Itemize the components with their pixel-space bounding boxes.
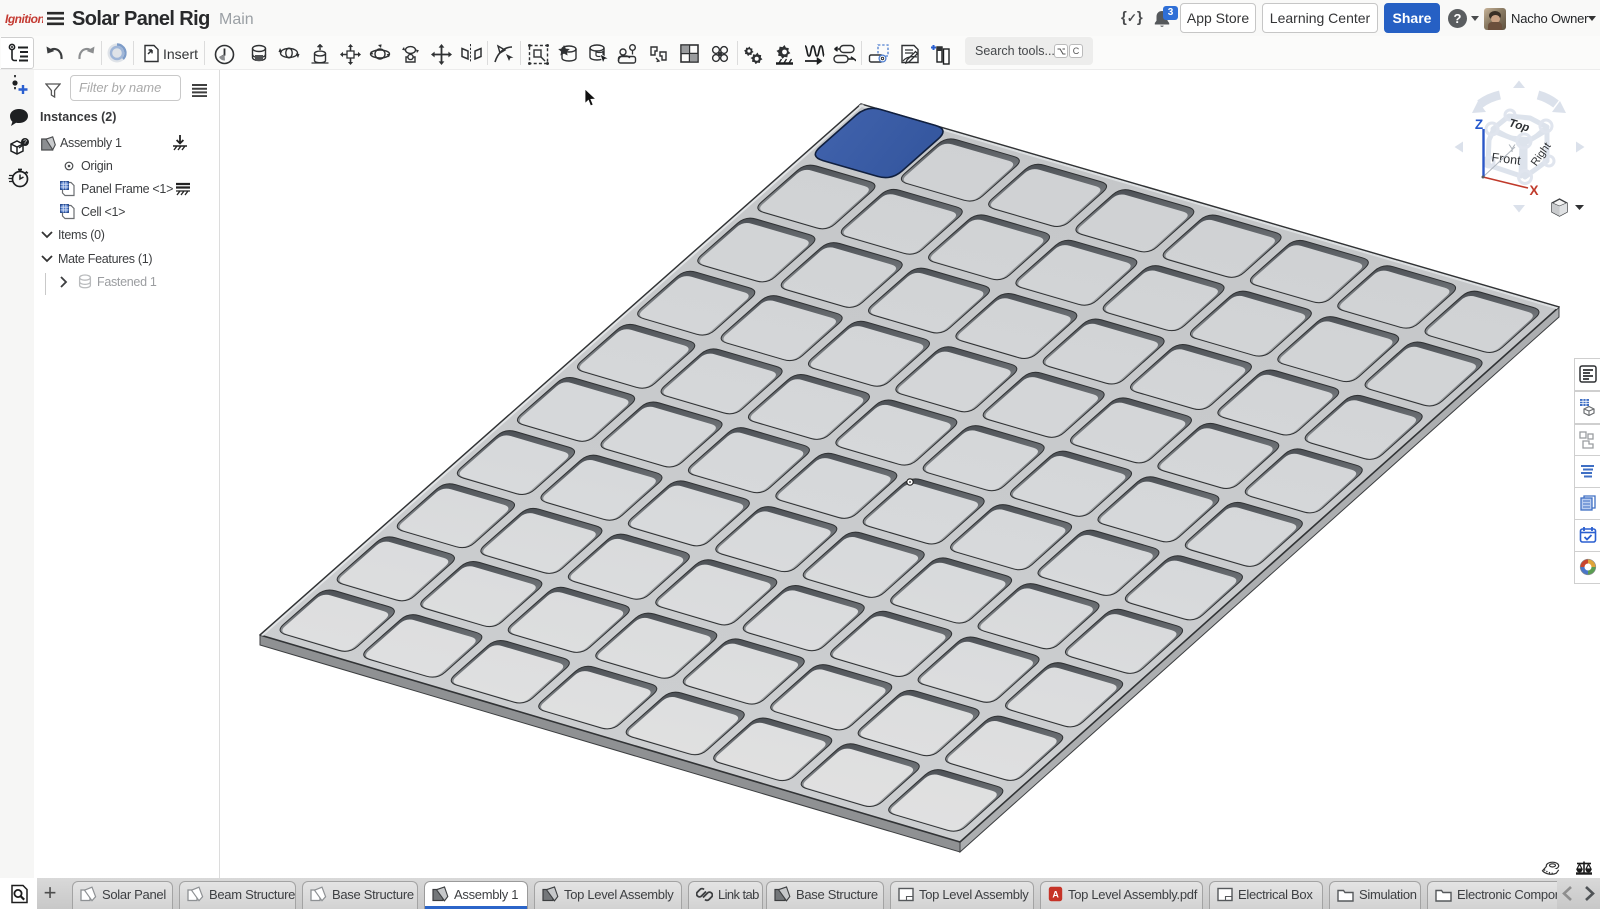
svg-text:Y: Y	[1508, 143, 1516, 155]
svg-text:X: X	[1529, 183, 1538, 198]
svg-text:Z: Z	[1475, 117, 1483, 132]
svg-text:A: A	[1052, 890, 1059, 900]
